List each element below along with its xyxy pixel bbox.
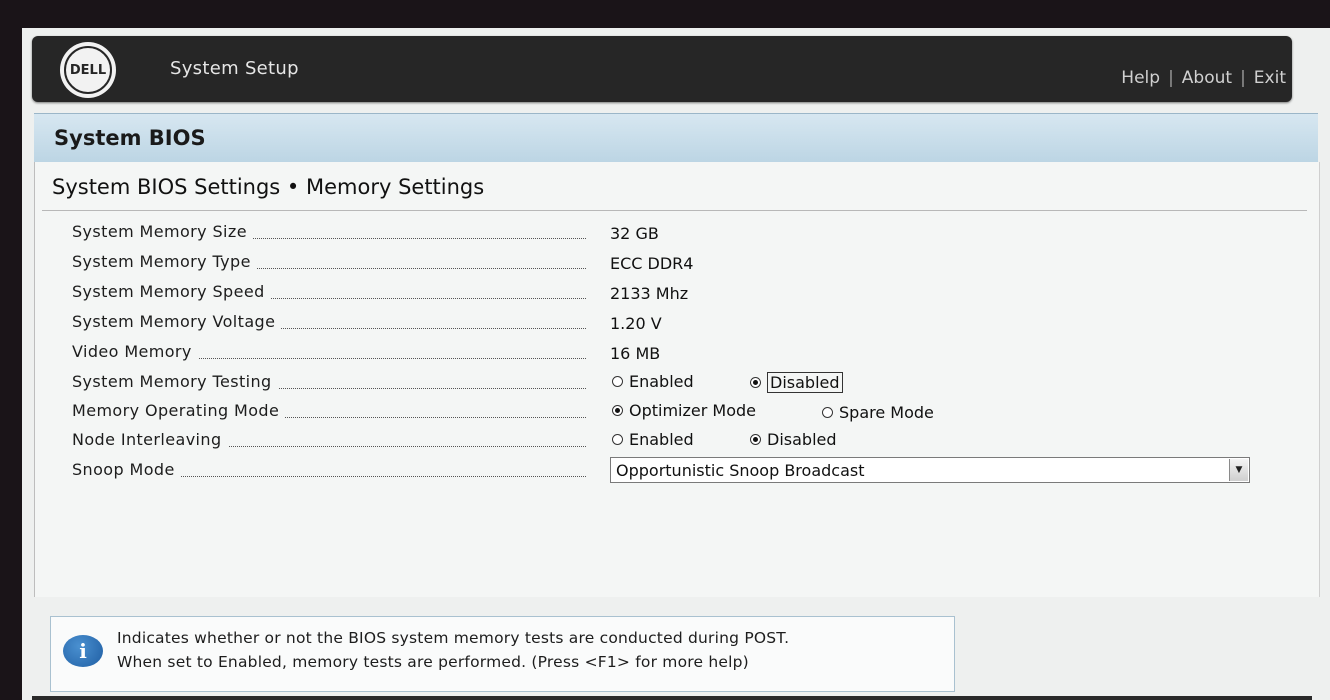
setting-label: Memory Operating Mode (72, 401, 286, 420)
radio-unselected-icon (612, 376, 623, 387)
setting-row-video-memory: Video Memory 16 MB (72, 338, 1272, 366)
memory-testing-enabled-radio[interactable]: Enabled (612, 372, 694, 391)
node-interleaving-enabled-radio[interactable]: Enabled (612, 430, 694, 449)
chevron-down-icon[interactable]: ▼ (1229, 459, 1248, 481)
setting-value: 1.20 V (610, 314, 662, 333)
setting-row-memory-testing: System Memory Testing Enabled Disabled (72, 368, 1272, 396)
optimizer-mode-radio[interactable]: Optimizer Mode (612, 401, 756, 420)
spare-mode-radio[interactable]: Spare Mode (822, 403, 934, 422)
radio-label: Disabled (767, 430, 837, 449)
snoop-mode-select[interactable]: Opportunistic Snoop Broadcast ▼ (610, 457, 1250, 483)
setting-label: System Memory Voltage (72, 312, 282, 331)
radio-unselected-icon (822, 407, 833, 418)
help-text: Indicates whether or not the BIOS system… (117, 626, 789, 674)
setting-row-node-interleaving: Node Interleaving Enabled Disabled (72, 426, 1272, 454)
memory-testing-disabled-radio[interactable]: Disabled (750, 372, 843, 393)
app-title: System Setup (170, 58, 299, 79)
radio-label: Optimizer Mode (629, 401, 756, 420)
setting-value: 32 GB (610, 224, 659, 243)
setting-row-operating-mode: Memory Operating Mode Optimizer Mode Spa… (72, 397, 1272, 425)
bottom-bar (32, 696, 1312, 700)
top-links: Help | About | Exit (1121, 68, 1286, 88)
setting-label: System Memory Type (72, 252, 257, 271)
setting-row-memory-speed: System Memory Speed 2133 Mhz (72, 278, 1272, 306)
radio-label: Disabled (767, 372, 843, 393)
setting-value: ECC DDR4 (610, 254, 694, 273)
link-separator: | (1240, 68, 1246, 88)
setting-value: 16 MB (610, 344, 661, 363)
setting-label: Snoop Mode (72, 460, 181, 479)
radio-label: Enabled (629, 430, 694, 449)
help-text-line: Indicates whether or not the BIOS system… (117, 629, 790, 647)
setting-row-memory-voltage: System Memory Voltage 1.20 V (72, 308, 1272, 336)
setting-row-snoop-mode: Snoop Mode Opportunistic Snoop Broadcast… (72, 456, 1272, 484)
dell-logo: DELL (60, 42, 116, 98)
section-title: System BIOS (54, 126, 206, 150)
radio-unselected-icon (612, 434, 623, 445)
help-description-box: i Indicates whether or not the BIOS syst… (50, 616, 955, 692)
radio-selected-icon (750, 434, 761, 445)
radio-selected-icon (750, 377, 761, 388)
about-link[interactable]: About (1182, 68, 1232, 88)
page-subtitle: System BIOS Settings • Memory Settings (52, 175, 485, 199)
info-icon: i (63, 635, 103, 667)
top-header-bar: DELL System Setup Help | About | Exit (32, 36, 1292, 102)
help-link[interactable]: Help (1121, 68, 1160, 88)
setting-label: Video Memory (72, 342, 198, 361)
setting-value: 2133 Mhz (610, 284, 689, 303)
snoop-mode-selected-value: Opportunistic Snoop Broadcast (616, 461, 865, 480)
setting-label: System Memory Size (72, 222, 253, 241)
dell-logo-text: DELL (64, 46, 112, 94)
radio-selected-icon (612, 405, 623, 416)
section-header-band: System BIOS (34, 113, 1318, 163)
setting-label: Node Interleaving (72, 430, 228, 449)
radio-label: Spare Mode (839, 403, 934, 422)
node-interleaving-disabled-radio[interactable]: Disabled (750, 430, 837, 449)
setting-label: System Memory Speed (72, 282, 271, 301)
setting-row-memory-type: System Memory Type ECC DDR4 (72, 248, 1272, 276)
radio-label: Enabled (629, 372, 694, 391)
setting-label: System Memory Testing (72, 372, 278, 391)
help-text-line: When set to Enabled, memory tests are pe… (117, 653, 749, 671)
setting-row-memory-size: System Memory Size 32 GB (72, 218, 1272, 246)
subtitle-divider (42, 210, 1307, 211)
link-separator: | (1168, 68, 1174, 88)
exit-link[interactable]: Exit (1254, 68, 1286, 88)
